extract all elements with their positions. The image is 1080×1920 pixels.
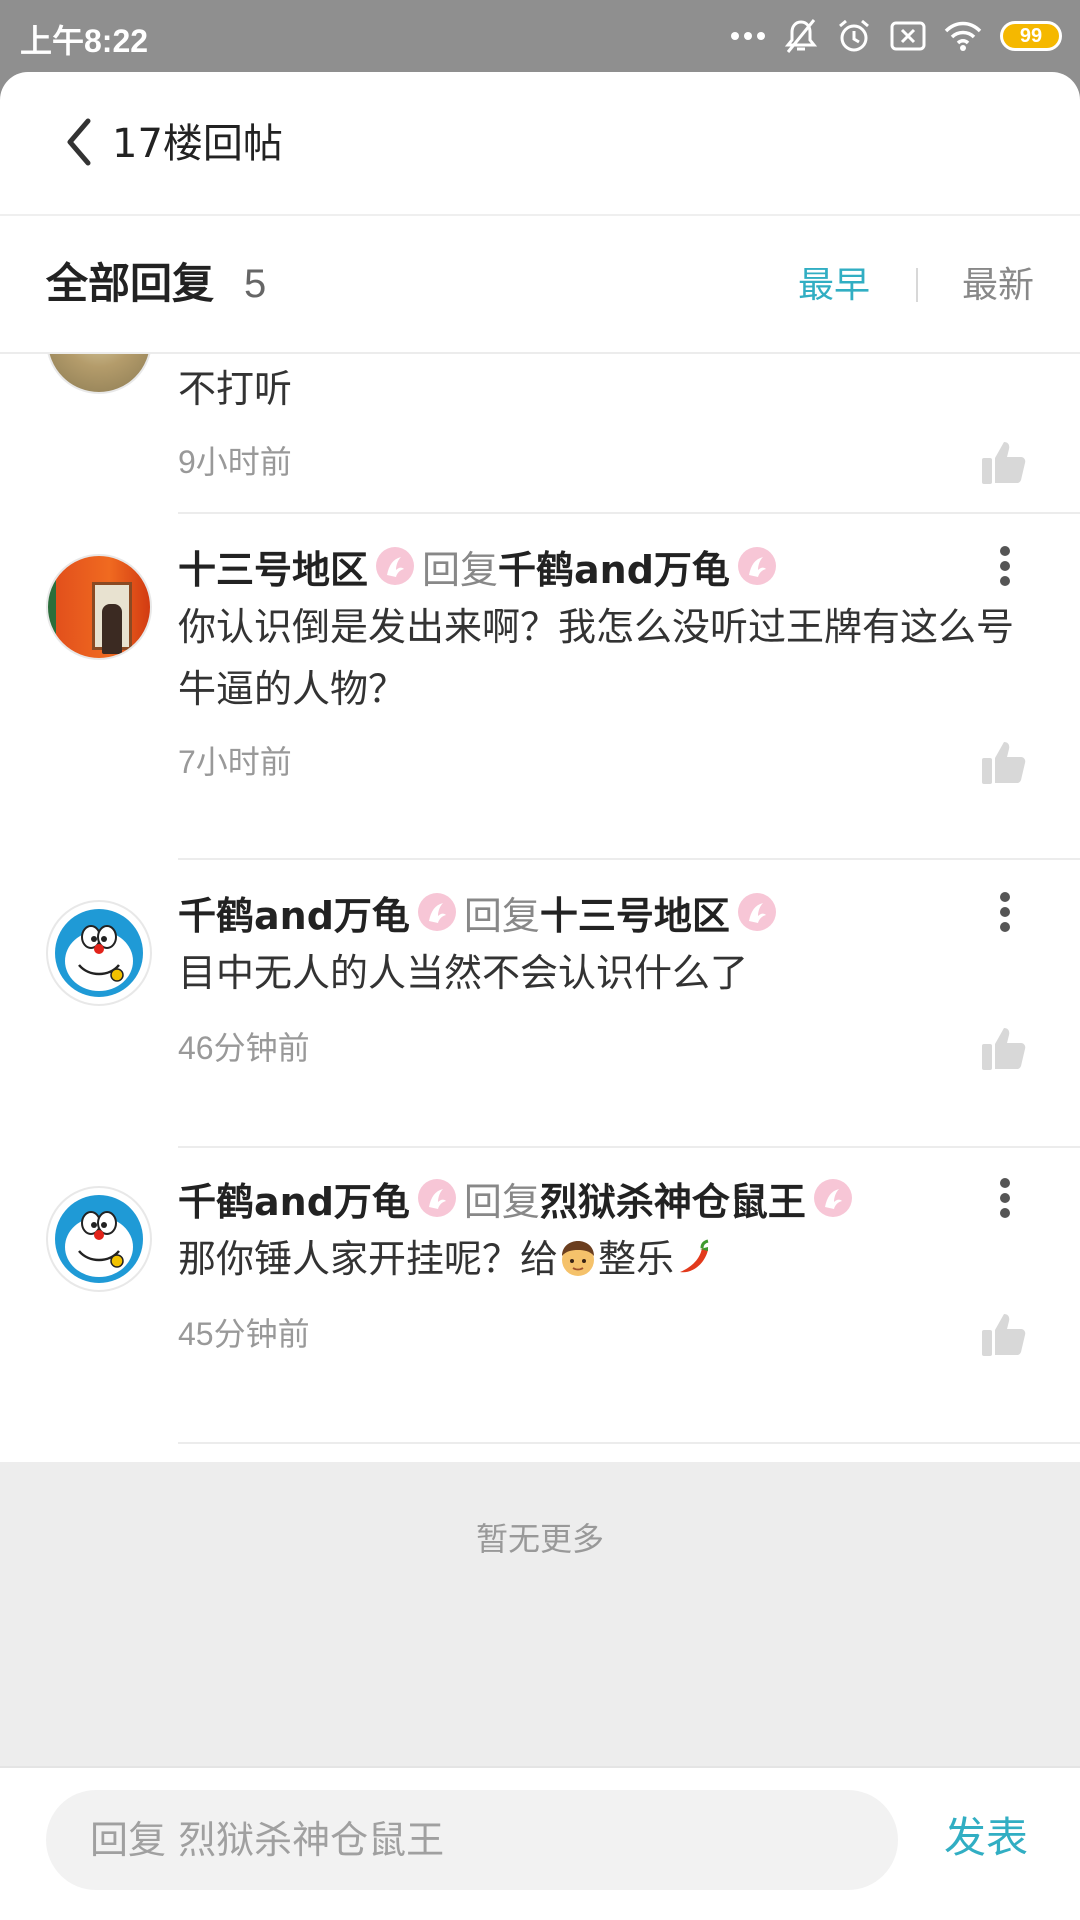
comment-header: 千鹤and万龟 回复 烈狱杀神仓鼠王 bbox=[178, 1168, 860, 1228]
reply-count: 5 bbox=[244, 262, 267, 306]
thumbs-up-icon bbox=[980, 442, 1028, 490]
comment-time: 46分钟前 bbox=[178, 1030, 310, 1066]
thumbs-up-icon bbox=[980, 742, 1028, 790]
comment-text: 你认识倒是发出来啊？我怎么没听过王牌有这么号牛逼的人物？ bbox=[178, 605, 1015, 711]
no-more-text: 暂无更多 bbox=[475, 1520, 604, 1558]
page-title: 17楼回帖 bbox=[112, 121, 283, 167]
comment-header: 十三号地区 回复 千鹤and万龟 bbox=[178, 536, 784, 596]
top-bar: 17楼回帖 bbox=[0, 72, 1080, 216]
comment-time: 9小时前 bbox=[178, 444, 292, 480]
comment-item: 千鹤and万龟 回复 烈狱杀神仓鼠王 那你锤人家开挂呢？给 整乐 45分钟前 bbox=[0, 1146, 1080, 1446]
thumbs-up-icon bbox=[980, 1028, 1028, 1076]
avatar[interactable] bbox=[46, 1186, 152, 1292]
reply-to-username[interactable]: 千鹤and万龟 bbox=[498, 539, 730, 594]
back-button[interactable] bbox=[54, 116, 104, 172]
boy-emoji-icon bbox=[558, 1234, 598, 1276]
comment-text: 目中无人的人当然不会认识什么了 bbox=[178, 951, 749, 995]
comment-time: 7小时前 bbox=[178, 744, 292, 780]
comment-item: 千鹤and万龟 回复 十三号地区 目中无人的人当然不会认识什么了 46分钟前 bbox=[0, 860, 1080, 1148]
comment-text-part: 那你锤人家开挂呢？给 bbox=[178, 1237, 559, 1281]
comment-list: 不打听 9小时前 十三号地区 回复 千鹤and万龟 你认识倒是发出来啊？我怎么没… bbox=[0, 354, 1080, 1462]
username[interactable]: 千鹤and万龟 bbox=[178, 885, 410, 940]
badge-icon bbox=[736, 891, 778, 933]
reply-header: 全部回复 5 最早 最新 bbox=[0, 216, 1080, 354]
all-replies-title: 全部回复 bbox=[46, 259, 215, 308]
alarm-icon bbox=[836, 18, 872, 54]
sort-divider bbox=[916, 268, 918, 302]
reply-word: 回复 bbox=[463, 1179, 540, 1224]
reply-input[interactable] bbox=[46, 1790, 898, 1890]
badge-icon bbox=[416, 891, 458, 933]
avatar[interactable] bbox=[46, 554, 152, 660]
badge-icon bbox=[812, 1177, 854, 1219]
wifi-icon bbox=[944, 21, 982, 51]
comment-header: 千鹤and万龟 回复 十三号地区 bbox=[178, 882, 784, 942]
chevron-left-icon bbox=[64, 117, 94, 171]
comment-item: 十三号地区 回复 千鹤and万龟 你认识倒是发出来啊？我怎么没听过王牌有这么号牛… bbox=[0, 514, 1080, 860]
more-button[interactable] bbox=[990, 536, 1020, 596]
thumbs-up-icon bbox=[980, 1314, 1028, 1362]
divider bbox=[178, 1442, 1080, 1444]
comment-time: 45分钟前 bbox=[178, 1316, 310, 1352]
more-button[interactable] bbox=[990, 882, 1020, 942]
sim-x-icon bbox=[890, 21, 926, 51]
reply-to-username[interactable]: 烈狱杀神仓鼠王 bbox=[540, 1171, 806, 1226]
comment-item: 不打听 9小时前 bbox=[0, 354, 1080, 514]
status-time: 上午8:22 bbox=[20, 23, 149, 59]
username[interactable]: 十三号地区 bbox=[178, 539, 368, 594]
reply-composer: 发表 bbox=[0, 1766, 1080, 1920]
no-more-area: 暂无更多 bbox=[0, 1462, 1080, 1766]
more-button[interactable] bbox=[990, 1168, 1020, 1228]
sort-earliest-tab[interactable]: 最早 bbox=[798, 260, 870, 312]
comment-text-part: 整乐 bbox=[598, 1237, 675, 1281]
reply-sheet: 17楼回帖 全部回复 5 最早 最新 不打听 9小时前 十三号地区 回复 千鹤a… bbox=[0, 72, 1080, 1920]
badge-icon bbox=[416, 1177, 458, 1219]
battery-icon: 99 bbox=[1000, 21, 1062, 51]
badge-icon bbox=[374, 545, 416, 587]
like-button[interactable] bbox=[980, 438, 1028, 486]
comment-text: 不打听 bbox=[178, 367, 293, 411]
like-button[interactable] bbox=[980, 1024, 1028, 1072]
reply-word: 回复 bbox=[422, 547, 499, 592]
like-button[interactable] bbox=[980, 1310, 1028, 1358]
sort-latest-tab[interactable]: 最新 bbox=[962, 260, 1034, 312]
comment-text: 那你锤人家开挂呢？给 整乐 bbox=[178, 1228, 1018, 1290]
badge-icon bbox=[736, 545, 778, 587]
status-icons: 99 bbox=[730, 12, 1062, 60]
avatar[interactable] bbox=[46, 900, 152, 1006]
mute-bell-icon bbox=[784, 18, 818, 54]
reply-word: 回复 bbox=[463, 893, 540, 938]
chili-pepper-icon bbox=[674, 1234, 714, 1274]
avatar[interactable] bbox=[46, 354, 152, 394]
reply-to-username[interactable]: 十三号地区 bbox=[540, 885, 730, 940]
more-dots-icon bbox=[730, 30, 766, 42]
send-button[interactable]: 发表 bbox=[944, 1808, 1028, 1868]
like-button[interactable] bbox=[980, 738, 1028, 786]
status-bar: 上午8:22 99 bbox=[0, 0, 1080, 72]
username[interactable]: 千鹤and万龟 bbox=[178, 1171, 410, 1226]
